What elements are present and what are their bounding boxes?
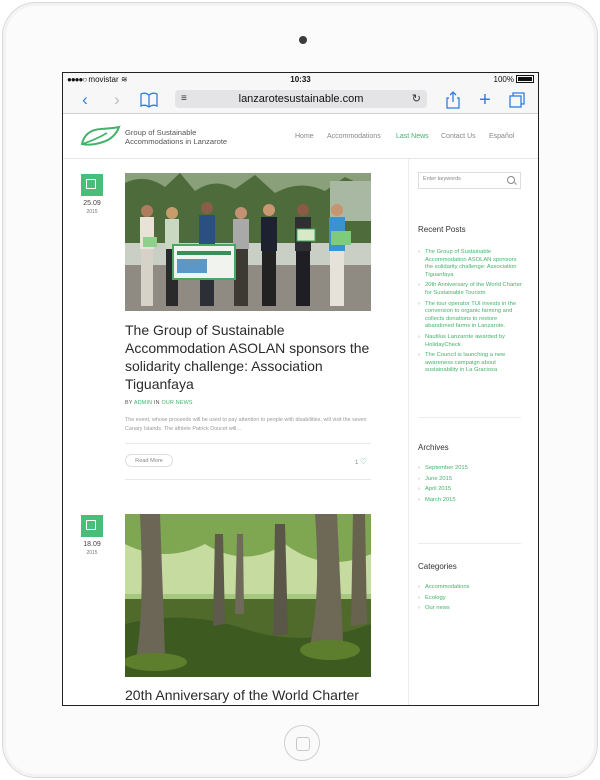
archive-link[interactable]: April 2015 (418, 486, 526, 494)
post-category-link[interactable]: OUR NEWS (161, 400, 192, 406)
battery-indicator: 100% (494, 75, 534, 84)
new-tab-icon[interactable]: + (475, 90, 495, 110)
archive-link[interactable]: June 2015 (418, 476, 526, 484)
address-bar[interactable]: ≡ lanzarotesustainable.com ↻ (175, 90, 427, 108)
search-input[interactable] (423, 176, 498, 182)
meta-in-label: IN (153, 400, 160, 406)
like-counter[interactable]: 1 ♡ (355, 457, 367, 466)
archives-title: Archives (418, 443, 449, 452)
leaf-logo-icon[interactable] (79, 124, 121, 148)
post-date-year: 2015 (86, 209, 98, 215)
post-date-year: 2015 (86, 550, 98, 556)
forward-icon[interactable]: › (107, 90, 127, 110)
widget-divider (418, 543, 521, 544)
archives-list: September 2015 June 2015 April 2015 Marc… (418, 465, 526, 507)
recent-post-link[interactable]: 20th Anniversary of the World Charter fo… (418, 282, 526, 297)
archive-link[interactable]: September 2015 (418, 465, 526, 473)
home-button[interactable] (284, 725, 320, 761)
post-title[interactable]: 20th Anniversary of the World Charter (125, 686, 370, 704)
read-more-button[interactable]: Read More (125, 454, 173, 467)
post-author-link[interactable]: ADMIN (134, 400, 152, 406)
recent-posts-title: Recent Posts (418, 225, 466, 234)
recent-post-link[interactable]: Nautilus Lanzarote awarded by HolidayChe… (418, 334, 526, 349)
recent-post-link[interactable]: The Group of Sustainable Accommodation A… (418, 249, 526, 279)
post-image-forest[interactable] (125, 514, 371, 677)
search-box (418, 172, 521, 189)
recent-posts-list: The Group of Sustainable Accommodation A… (418, 249, 526, 378)
share-icon[interactable] (443, 90, 463, 110)
post-excerpt: The event, whose proceeds will be used t… (125, 417, 367, 432)
site-title-line2: Accommodations in Lanzarote (125, 137, 228, 146)
post-format-icon (81, 515, 103, 537)
nav-home[interactable]: Home (295, 133, 314, 140)
meta-by-label: BY (125, 400, 133, 406)
widget-divider (418, 417, 521, 418)
category-link[interactable]: Ecology (418, 595, 526, 603)
recent-post-link[interactable]: The tour operator TUI invests in the con… (418, 301, 526, 331)
camera-dot (299, 36, 307, 44)
sidebar-divider (408, 159, 409, 705)
post-format-icon (81, 174, 103, 196)
categories-list: Accommodations Ecology Our news (418, 584, 526, 616)
nav-espanol[interactable]: Español (489, 133, 514, 140)
url-text: lanzarotesustainable.com (238, 93, 364, 105)
site-header: Group of Sustainable Accommodations in L… (63, 114, 538, 159)
heart-icon[interactable]: ♡ (360, 457, 367, 466)
nav-last-news[interactable]: Last News (396, 133, 429, 140)
site-title[interactable]: Group of Sustainable Accommodations in L… (125, 128, 227, 146)
post-title[interactable]: The Group of Sustainable Accommodation A… (125, 321, 370, 393)
divider (125, 479, 371, 480)
archive-link[interactable]: March 2015 (418, 497, 526, 505)
site-title-line1: Group of Sustainable (125, 128, 197, 137)
status-time: 10:33 (290, 75, 311, 84)
status-bar: ●●●●○ movistar ≋ 10:33 100% (63, 73, 538, 87)
bookmarks-icon[interactable] (139, 90, 159, 110)
post-date-day: 25.09 (83, 200, 101, 207)
post-meta: BY ADMIN IN OUR NEWS (125, 400, 193, 406)
reload-icon[interactable]: ↻ (412, 92, 421, 105)
browser-toolbar: ‹ › ≡ lanzarotesustainable.com ↻ + (63, 87, 538, 114)
category-link[interactable]: Accommodations (418, 584, 526, 592)
battery-icon (516, 75, 534, 83)
tabs-icon[interactable] (507, 90, 527, 110)
search-icon[interactable] (507, 176, 515, 184)
back-icon[interactable]: ‹ (75, 90, 95, 110)
nav-contact-us[interactable]: Contact Us (441, 133, 476, 140)
category-link[interactable]: Our news (418, 605, 526, 613)
categories-title: Categories (418, 562, 457, 571)
screen: ●●●●○ movistar ≋ 10:33 100% ‹ › ≡ lanzar… (62, 72, 539, 706)
post-date-day: 18.09 (83, 541, 101, 548)
recent-post-link[interactable]: The Council is launching a new awareness… (418, 352, 526, 375)
post-image-group-photo[interactable] (125, 173, 371, 311)
divider (125, 443, 371, 444)
like-count: 1 (355, 460, 359, 466)
nav-accommodations[interactable]: Accommodations (327, 133, 381, 140)
